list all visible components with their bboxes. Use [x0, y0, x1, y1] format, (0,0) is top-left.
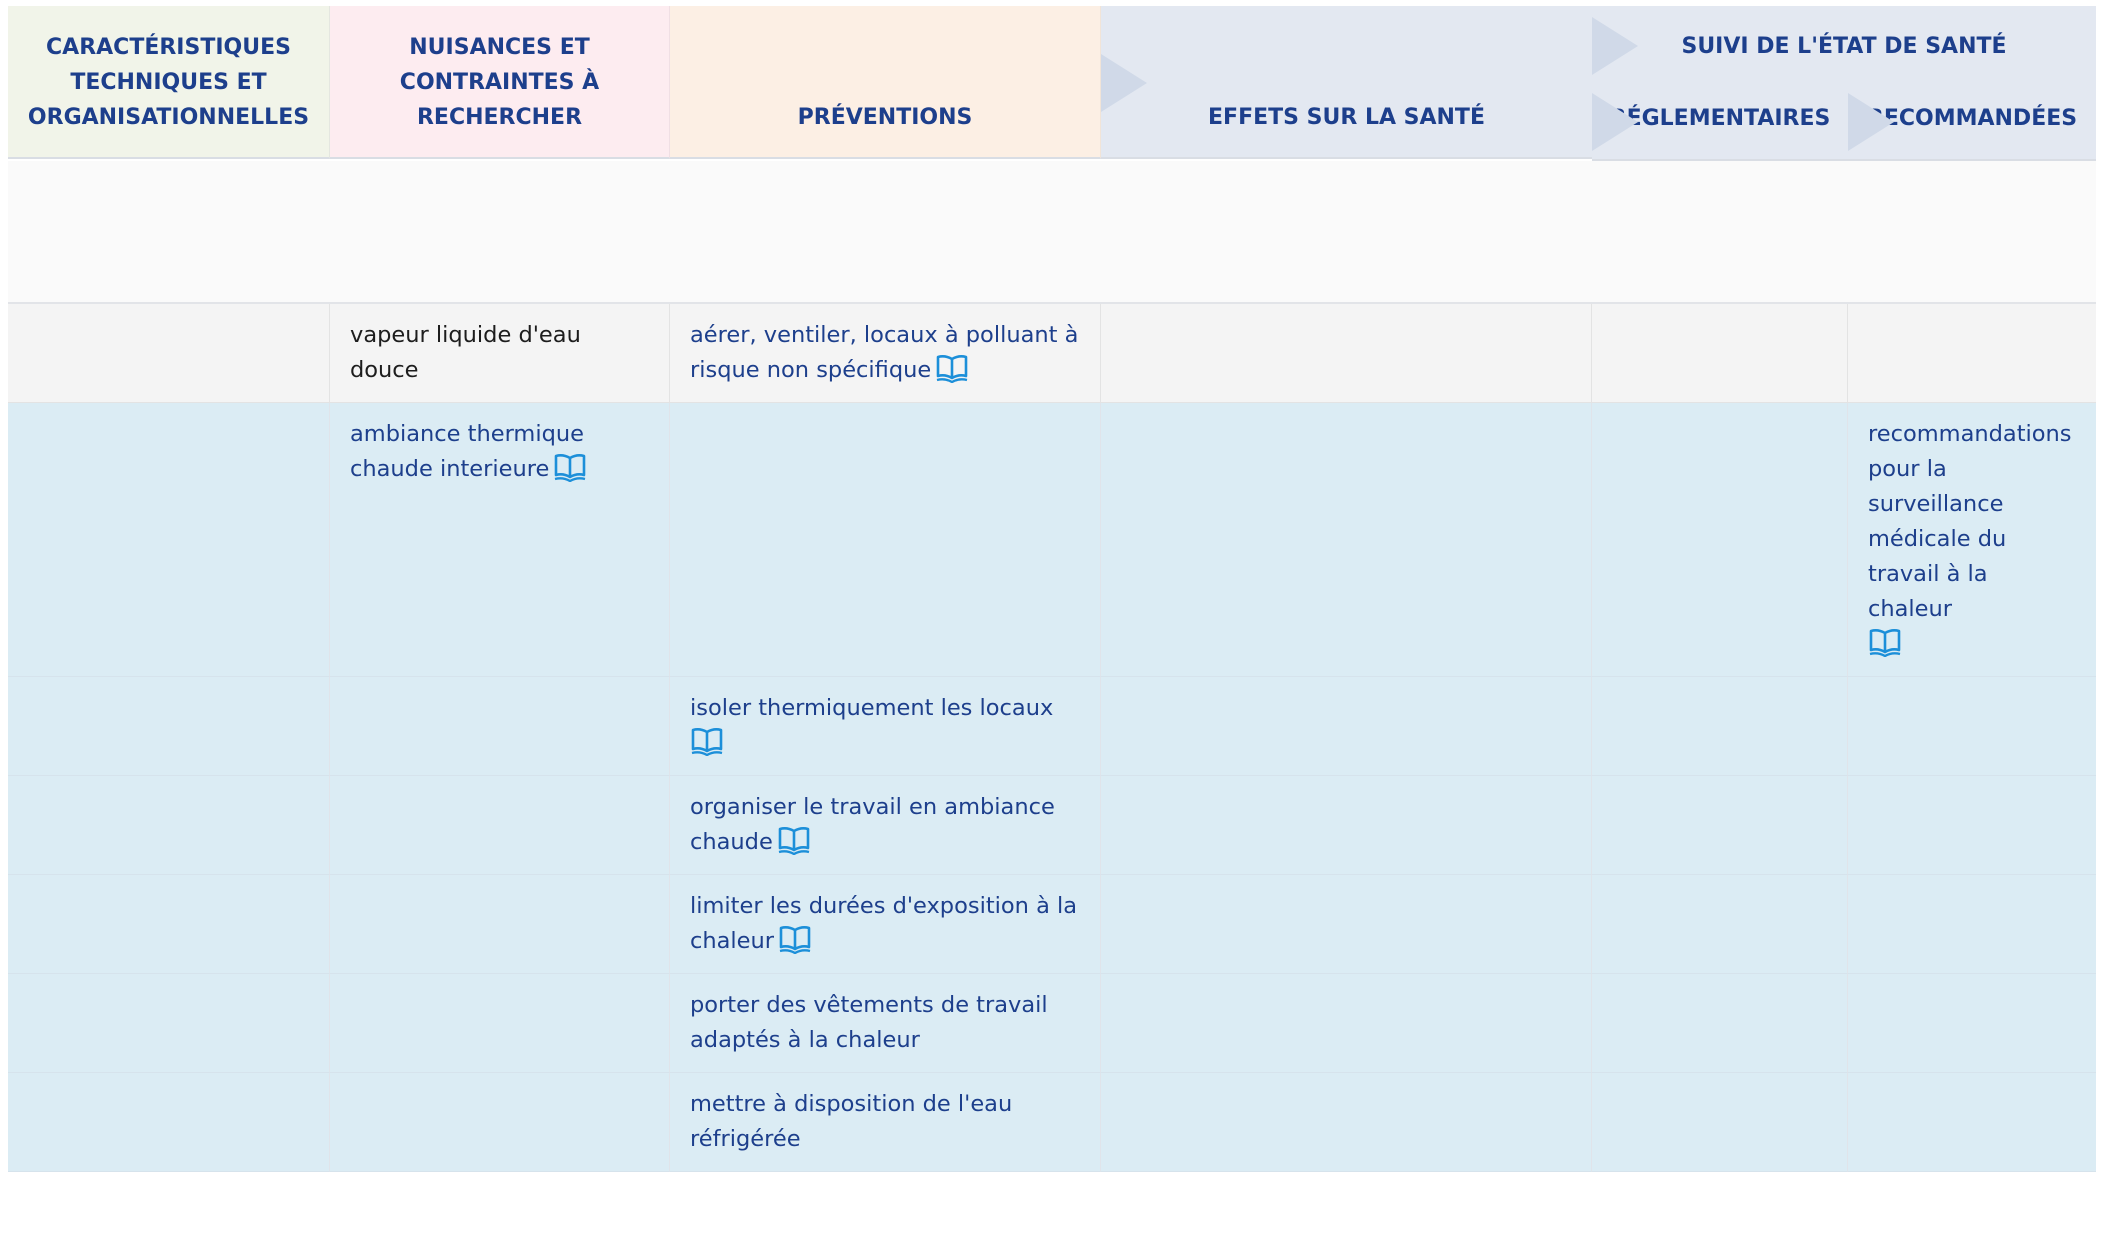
cell-effets	[1101, 974, 1592, 1073]
prevention-link[interactable]: mettre à disposition de l'eau réfrigérée	[690, 1091, 1012, 1152]
cell-nuisance: vapeur liquide d'eau douce	[330, 304, 670, 403]
chevron-arrow-decoration	[1101, 54, 1147, 112]
header-preventions: PRÉVENTIONS	[670, 6, 1101, 159]
cell-carac	[8, 677, 330, 776]
cell-effets	[1101, 875, 1592, 974]
nuisance-text: vapeur liquide d'eau douce	[350, 322, 581, 383]
cell-carac	[8, 304, 330, 403]
prevention-link[interactable]: limiter les durées d'exposition à la cha…	[690, 893, 1077, 954]
cell-nuisance	[330, 875, 670, 974]
book-icon[interactable]	[690, 726, 724, 756]
table-spacer	[8, 161, 2096, 304]
cell-recommandees[interactable]: recommandations pour la surveillance méd…	[1848, 403, 2096, 677]
cell-prevention[interactable]: porter des vêtements de travail adaptés …	[670, 974, 1101, 1073]
cell-reglementaires	[1592, 776, 1848, 875]
prevention-table: CARACTÉRISTIQUES TECHNIQUES ET ORGANISAT…	[8, 6, 2099, 1172]
cell-reglementaires	[1592, 974, 1848, 1073]
cell-nuisance	[330, 677, 670, 776]
cell-effets	[1101, 403, 1592, 677]
cell-carac	[8, 875, 330, 974]
book-icon[interactable]	[553, 452, 587, 482]
cell-carac	[8, 974, 330, 1073]
cell-carac	[8, 1073, 330, 1172]
cell-nuisance[interactable]: ambiance thermique chaude interieure	[330, 403, 670, 677]
header-effets-label: EFFETS SUR LA SANTÉ	[1208, 105, 1485, 130]
header-nuisances: NUISANCES ET CONTRAINTES À RECHERCHER	[330, 6, 670, 159]
book-icon[interactable]	[1868, 627, 1902, 657]
cell-nuisance	[330, 776, 670, 875]
book-icon[interactable]	[777, 825, 811, 855]
cell-effets	[1101, 776, 1592, 875]
nuisance-link[interactable]: ambiance thermique chaude interieure	[350, 421, 584, 482]
cell-prevention[interactable]: isoler thermiquement les locaux	[670, 677, 1101, 776]
cell-prevention[interactable]: mettre à disposition de l'eau réfrigérée	[670, 1073, 1101, 1172]
cell-reglementaires	[1592, 875, 1848, 974]
cell-effets	[1101, 1073, 1592, 1172]
cell-prevention[interactable]: organiser le travail en ambiance chaude	[670, 776, 1101, 875]
header-preventions-label: PRÉVENTIONS	[797, 105, 973, 130]
cell-prevention	[670, 403, 1101, 677]
cell-nuisance	[330, 1073, 670, 1172]
cell-carac	[8, 403, 330, 677]
prevention-link[interactable]: aérer, ventiler, locaux à polluant à ris…	[690, 322, 1078, 383]
prevention-link[interactable]: porter des vêtements de travail adaptés …	[690, 992, 1048, 1053]
cell-recommandees	[1848, 304, 2096, 403]
header-effets: EFFETS SUR LA SANTÉ	[1101, 6, 1592, 159]
cell-recommandees	[1848, 1073, 2096, 1172]
book-icon[interactable]	[778, 924, 812, 954]
header-caracteristiques-label: CARACTÉRISTIQUES TECHNIQUES ET ORGANISAT…	[27, 35, 310, 130]
cell-reglementaires	[1592, 1073, 1848, 1172]
chevron-arrow-decoration	[1592, 17, 1638, 75]
cell-reglementaires	[1592, 403, 1848, 677]
cell-effets	[1101, 304, 1592, 403]
prevention-link[interactable]: isoler thermiquement les locaux	[690, 695, 1053, 721]
cell-recommandees	[1848, 776, 2096, 875]
chevron-arrow-decoration	[1848, 93, 1894, 151]
cell-reglementaires	[1592, 677, 1848, 776]
book-icon[interactable]	[935, 353, 969, 383]
header-nuisances-label: NUISANCES ET CONTRAINTES À RECHERCHER	[399, 35, 600, 130]
header-suivi-title: SUIVI DE L'ÉTAT DE SANTÉ	[1681, 33, 2007, 59]
cell-recommandees	[1848, 875, 2096, 974]
prevention-link[interactable]: organiser le travail en ambiance chaude	[690, 794, 1055, 855]
cell-prevention[interactable]: limiter les durées d'exposition à la cha…	[670, 875, 1101, 974]
header-suivi-group: SUIVI DE L'ÉTAT DE SANTÉ RÉGLEMENTAIRES …	[1592, 6, 2096, 161]
chevron-arrow-decoration	[1592, 93, 1638, 151]
cell-recommandees	[1848, 677, 2096, 776]
cell-prevention[interactable]: aérer, ventiler, locaux à polluant à ris…	[670, 304, 1101, 403]
cell-effets	[1101, 677, 1592, 776]
cell-reglementaires	[1592, 304, 1848, 403]
cell-carac	[8, 776, 330, 875]
cell-recommandees	[1848, 974, 2096, 1073]
cell-nuisance	[330, 974, 670, 1073]
header-caracteristiques: CARACTÉRISTIQUES TECHNIQUES ET ORGANISAT…	[8, 6, 330, 159]
recommandation-link[interactable]: recommandations pour la surveillance méd…	[1868, 421, 2072, 622]
